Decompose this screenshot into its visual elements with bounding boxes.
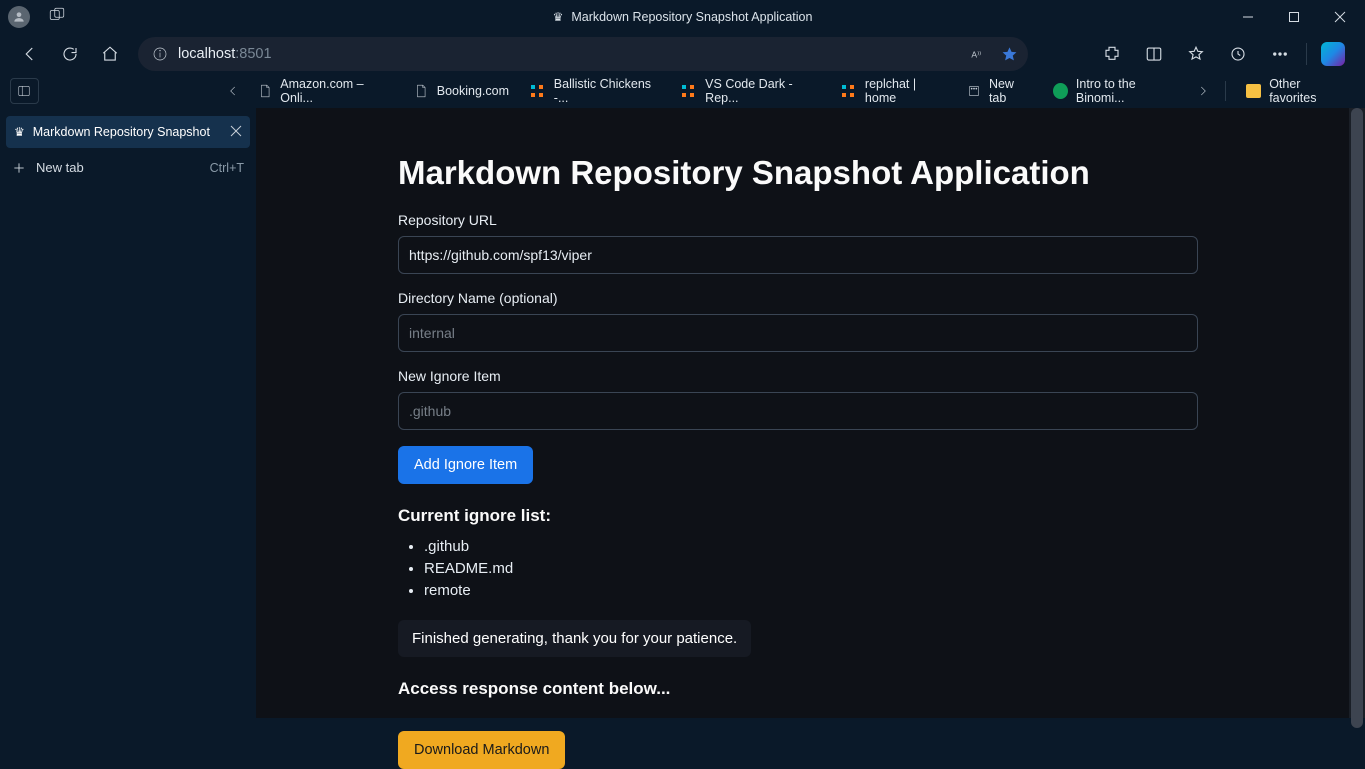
- vertical-tabs-sidebar: ♛ Markdown Repository Snapshot New tab C…: [0, 108, 256, 718]
- tab-title: Markdown Repository Snapshot: [33, 125, 222, 139]
- other-favorites[interactable]: Other favorites: [1236, 73, 1355, 109]
- read-aloud-icon[interactable]: A⁾⁾: [970, 46, 987, 63]
- list-item: .github: [424, 536, 1198, 557]
- split-screen-button[interactable]: [1134, 36, 1174, 72]
- more-menu-button[interactable]: [1260, 36, 1300, 72]
- list-item: remote: [424, 580, 1198, 601]
- window-titlebar: ♛ Markdown Repository Snapshot Applicati…: [0, 0, 1365, 34]
- window-title-text: Markdown Repository Snapshot Application: [571, 10, 812, 24]
- bookmarks-scroll-right[interactable]: [1191, 78, 1215, 104]
- bookmark-item[interactable]: Amazon.com – Onli...: [247, 73, 400, 109]
- new-tab-button[interactable]: New tab: [12, 160, 84, 175]
- bookmark-label: Ballistic Chickens -...: [554, 77, 661, 105]
- bookmark-label: replchat | home: [865, 77, 944, 105]
- extensions-button[interactable]: [1092, 36, 1132, 72]
- tab-favicon: ♛: [14, 125, 25, 139]
- bookmarks-bar: Amazon.com – Onli... Booking.com Ballistic…: [0, 74, 1365, 108]
- profile-avatar[interactable]: [8, 6, 30, 28]
- scrollbar-thumb[interactable]: [1351, 108, 1363, 728]
- repo-url-label: Repository URL: [398, 212, 1198, 228]
- bookmark-label: New tab: [989, 77, 1031, 105]
- vertical-tabs-toggle[interactable]: [10, 78, 39, 104]
- bookmarks-scroll-left[interactable]: [221, 78, 246, 104]
- ignore-list-heading: Current ignore list:: [398, 506, 1198, 526]
- plus-icon: [12, 161, 26, 175]
- bookmark-item[interactable]: Intro to the Binomi...: [1043, 73, 1189, 109]
- url-text: localhost:8501: [178, 46, 960, 62]
- refresh-button[interactable]: [52, 36, 88, 72]
- vertical-scrollbar[interactable]: [1349, 108, 1365, 718]
- home-button[interactable]: [92, 36, 128, 72]
- doc-favicon: [257, 83, 272, 99]
- bookmark-item[interactable]: replchat | home: [832, 73, 954, 109]
- back-button[interactable]: [12, 36, 48, 72]
- squares-favicon: [682, 83, 697, 99]
- bookmark-item[interactable]: New tab: [956, 73, 1041, 109]
- bookmark-item[interactable]: Ballistic Chickens -...: [521, 73, 670, 109]
- bookmarks-divider: [1225, 81, 1226, 101]
- vertical-tab-active[interactable]: ♛ Markdown Repository Snapshot: [6, 116, 250, 148]
- address-bar[interactable]: localhost:8501 A⁾⁾: [138, 37, 1028, 71]
- status-message: Finished generating, thank you for your …: [398, 620, 751, 657]
- workspaces-icon[interactable]: [48, 6, 66, 29]
- window-title: ♛ Markdown Repository Snapshot Applicati…: [553, 10, 813, 24]
- ignore-list: .githubREADME.mdremote: [398, 536, 1198, 601]
- new-tab-label: New tab: [36, 160, 84, 175]
- squares-favicon: [531, 83, 546, 99]
- doc-favicon: [413, 83, 429, 99]
- favorite-star-icon[interactable]: [1001, 46, 1018, 63]
- directory-name-label: Directory Name (optional): [398, 290, 1198, 306]
- bookmark-label: VS Code Dark - Rep...: [705, 77, 820, 105]
- new-ignore-input[interactable]: [398, 392, 1198, 430]
- green-favicon: [1053, 83, 1068, 99]
- bookmark-label: Amazon.com – Onli...: [280, 77, 390, 105]
- history-button[interactable]: [1218, 36, 1258, 72]
- page-title: Markdown Repository Snapshot Application: [398, 154, 1198, 192]
- minimize-button[interactable]: [1225, 0, 1271, 34]
- new-ignore-label: New Ignore Item: [398, 368, 1198, 384]
- list-item: README.md: [424, 558, 1198, 579]
- other-favorites-label: Other favorites: [1269, 77, 1345, 105]
- toolbar-divider: [1306, 43, 1307, 65]
- maximize-button[interactable]: [1271, 0, 1317, 34]
- new-tab-shortcut: Ctrl+T: [210, 161, 244, 175]
- access-heading: Access response content below...: [398, 679, 1198, 699]
- download-markdown-button[interactable]: Download Markdown: [398, 731, 565, 769]
- copilot-button[interactable]: [1313, 36, 1353, 72]
- favorites-button[interactable]: [1176, 36, 1216, 72]
- box-favicon: [966, 83, 981, 99]
- bookmark-item[interactable]: Booking.com: [403, 79, 519, 103]
- close-button[interactable]: [1317, 0, 1363, 34]
- add-ignore-button[interactable]: Add Ignore Item: [398, 446, 533, 484]
- app-crown-icon: ♛: [553, 10, 564, 24]
- svg-text:A⁾⁾: A⁾⁾: [971, 49, 981, 59]
- squares-favicon: [842, 83, 857, 99]
- bookmark-item[interactable]: VS Code Dark - Rep...: [672, 73, 830, 109]
- browser-toolbar: localhost:8501 A⁾⁾: [0, 34, 1365, 74]
- tab-close-button[interactable]: [230, 125, 242, 140]
- page-content: Markdown Repository Snapshot Application…: [256, 108, 1365, 718]
- directory-name-input[interactable]: [398, 314, 1198, 352]
- folder-icon: [1246, 84, 1261, 98]
- repo-url-input[interactable]: [398, 236, 1198, 274]
- site-info-icon[interactable]: [152, 46, 168, 62]
- bookmark-label: Booking.com: [437, 84, 509, 98]
- bookmark-label: Intro to the Binomi...: [1076, 77, 1179, 105]
